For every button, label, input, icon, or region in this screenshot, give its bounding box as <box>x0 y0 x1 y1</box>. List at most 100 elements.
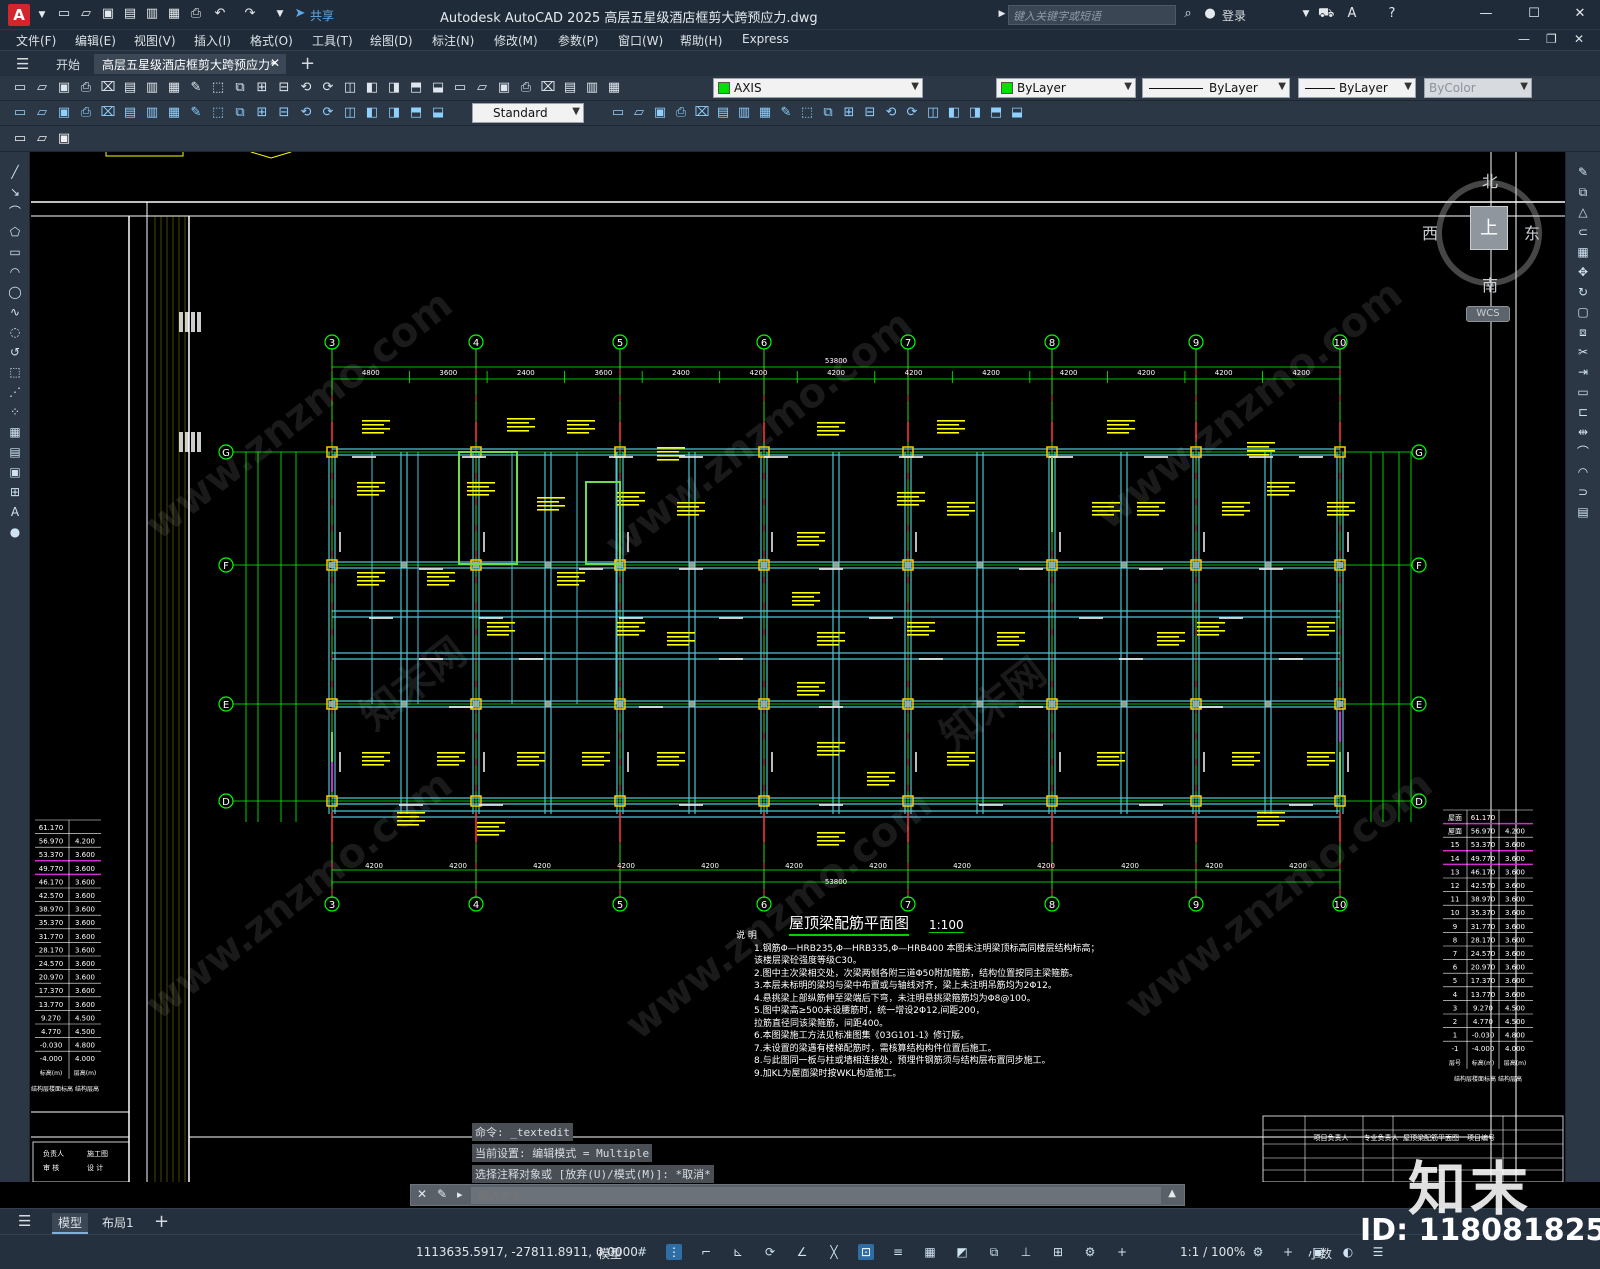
draw-tool-11-icon[interactable]: ⬚ <box>7 364 23 380</box>
draw-tool-1-icon[interactable]: ╱ <box>7 164 23 180</box>
status-toggle-13-icon[interactable]: ⊥ <box>1018 1244 1034 1260</box>
tool-standard-26-icon[interactable]: ▤ <box>562 80 578 96</box>
tool-standard-7-icon[interactable]: ▥ <box>144 80 160 96</box>
draw-tool-3-icon[interactable]: ⌒ <box>7 204 23 220</box>
command-close-icon[interactable]: ✕ <box>417 1187 427 1201</box>
menu-window[interactable]: 窗口(W) <box>618 32 663 49</box>
maximize-icon[interactable]: ☐ <box>1526 6 1542 22</box>
tab-start[interactable]: 开始 <box>48 54 88 74</box>
tool-standard-20-icon[interactable]: ⬓ <box>430 80 446 96</box>
tool-modify-1-icon[interactable]: ▭ <box>610 105 626 121</box>
tab-layout1[interactable]: 布局1 <box>96 1213 140 1232</box>
tool-dimension-19-icon[interactable]: ⬒ <box>408 105 424 121</box>
tool-modify-20-icon[interactable]: ⬓ <box>1009 105 1025 121</box>
compass-north[interactable]: 北 <box>1482 168 1498 192</box>
tool-dimension-15-icon[interactable]: ⟳ <box>320 105 336 121</box>
draw-tool-2-icon[interactable]: ↘ <box>7 184 23 200</box>
status-toggle-10-icon[interactable]: ▦ <box>922 1244 938 1260</box>
hamburger-menu-icon[interactable]: ☰ <box>16 55 29 73</box>
draw-tool-4-icon[interactable]: ⬠ <box>7 224 23 240</box>
draw-tool-6-icon[interactable]: ◠ <box>7 264 23 280</box>
tab-document[interactable]: 高层五星级酒店框剪大跨预应力* ✕ <box>94 54 286 74</box>
tool-standard-6-icon[interactable]: ▤ <box>122 80 138 96</box>
tool-modify-10-icon[interactable]: ⬚ <box>799 105 815 121</box>
draw-tool-8-icon[interactable]: ∿ <box>7 304 23 320</box>
close-icon[interactable]: ✕ <box>1572 6 1588 22</box>
tool-modify-16-icon[interactable]: ◫ <box>925 105 941 121</box>
modify-tool-11-icon[interactable]: ⇥ <box>1575 364 1591 380</box>
tool-modify-2-icon[interactable]: ▱ <box>631 105 647 121</box>
status-toggle-5-icon[interactable]: ⟳ <box>762 1244 778 1260</box>
tool-dimension-12-icon[interactable]: ⊞ <box>254 105 270 121</box>
tool-modify-4-icon[interactable]: ⎙ <box>673 105 689 121</box>
linetype-dropdown[interactable]: ByLayer ▼ <box>1142 78 1290 98</box>
drawing-canvas[interactable]: 53800 53800 4800 3600 2400 3600 2400 4200 4200 42… <box>31 152 1565 1182</box>
tool-dimension-9-icon[interactable]: ✎ <box>188 105 204 121</box>
share-icon[interactable]: ➤ <box>292 6 308 22</box>
qat-more-chevron-icon[interactable]: ▼ <box>272 6 288 22</box>
tool-modify-12-icon[interactable]: ⊞ <box>841 105 857 121</box>
tool-extra-2-icon[interactable]: ▱ <box>34 131 50 147</box>
tool-dimension-11-icon[interactable]: ⧉ <box>232 105 248 121</box>
tool-standard-8-icon[interactable]: ▦ <box>166 80 182 96</box>
modify-tool-1-icon[interactable]: ✎ <box>1575 164 1591 180</box>
menu-draw[interactable]: 绘图(D) <box>370 32 413 49</box>
tool-dimension-18-icon[interactable]: ◨ <box>386 105 402 121</box>
new-icon[interactable]: ▭ <box>56 6 72 22</box>
compass-south[interactable]: 南 <box>1482 272 1498 296</box>
autocad-logo[interactable]: A <box>8 4 30 26</box>
modify-tool-16-icon[interactable]: ◠ <box>1575 464 1591 480</box>
tool-dimension-1-icon[interactable]: ▭ <box>12 105 28 121</box>
tool-extra-1-icon[interactable]: ▭ <box>12 131 28 147</box>
modify-tool-8-icon[interactable]: ▢ <box>1575 304 1591 320</box>
status-toggle-11-icon[interactable]: ◩ <box>954 1244 970 1260</box>
draw-tool-12-icon[interactable]: ⋰ <box>7 384 23 400</box>
wcs-menu[interactable]: WCS <box>1466 306 1510 322</box>
status-tool-4-icon[interactable]: ◐ <box>1340 1244 1356 1260</box>
new-tab-icon[interactable]: + <box>300 53 315 74</box>
command-recent-icon[interactable]: ▸ <box>457 1188 463 1201</box>
status-toggle-16-icon[interactable]: + <box>1114 1244 1130 1260</box>
tool-dimension-3-icon[interactable]: ▣ <box>56 105 72 121</box>
tool-standard-9-icon[interactable]: ✎ <box>188 80 204 96</box>
status-toggle-6-icon[interactable]: ∠ <box>794 1244 810 1260</box>
tool-modify-18-icon[interactable]: ◨ <box>967 105 983 121</box>
tool-extra-3-icon[interactable]: ▣ <box>56 131 72 147</box>
modify-tool-13-icon[interactable]: ⊏ <box>1575 404 1591 420</box>
print-icon[interactable]: ⎙ <box>188 6 204 22</box>
draw-tool-19-icon[interactable]: ● <box>7 524 23 540</box>
status-toggle-2-icon[interactable]: ⋮ <box>666 1244 682 1260</box>
tool-dimension-6-icon[interactable]: ▤ <box>122 105 138 121</box>
tool-standard-28-icon[interactable]: ▦ <box>606 80 622 96</box>
tool-modify-14-icon[interactable]: ⟲ <box>883 105 899 121</box>
draw-tool-7-icon[interactable]: ◯ <box>7 284 23 300</box>
command-input[interactable] <box>471 1187 1161 1204</box>
search-input[interactable]: 键入关键字或短语 <box>1008 5 1176 25</box>
tool-standard-14-icon[interactable]: ⟲ <box>298 80 314 96</box>
tool-standard-11-icon[interactable]: ⧉ <box>232 80 248 96</box>
compass-east[interactable]: 东 <box>1524 220 1540 244</box>
modify-tool-17-icon[interactable]: ⊃ <box>1575 484 1591 500</box>
tool-modify-15-icon[interactable]: ⟳ <box>904 105 920 121</box>
status-toggle-1-icon[interactable]: # <box>634 1244 650 1260</box>
menu-tools[interactable]: 工具(T) <box>312 32 353 49</box>
share-button[interactable]: 共享 <box>310 7 334 24</box>
modify-tool-4-icon[interactable]: ⊂ <box>1575 224 1591 240</box>
modify-tool-18-icon[interactable]: ▤ <box>1575 504 1591 520</box>
text-style-dropdown[interactable]: Standard ▼ <box>472 103 584 123</box>
command-customize-icon[interactable]: ✎ <box>437 1187 447 1201</box>
app-menu-chevron-icon[interactable]: ▼ <box>34 7 50 23</box>
status-toggle-8-icon[interactable]: ⊡ <box>858 1244 874 1260</box>
tool-modify-8-icon[interactable]: ▦ <box>757 105 773 121</box>
draw-tool-14-icon[interactable]: ▦ <box>7 424 23 440</box>
menu-file[interactable]: 文件(F) <box>16 32 56 49</box>
viewcube-top-face[interactable]: 上 <box>1470 206 1508 250</box>
cart-icon[interactable]: ⛟ <box>1318 6 1334 22</box>
modify-tool-9-icon[interactable]: ⧈ <box>1575 324 1591 340</box>
tool-modify-9-icon[interactable]: ✎ <box>778 105 794 121</box>
color-dropdown[interactable]: ByLayer ▼ <box>996 78 1136 98</box>
redo-icon[interactable]: ↷ <box>242 6 258 22</box>
modify-tool-6-icon[interactable]: ✥ <box>1575 264 1591 280</box>
modify-tool-3-icon[interactable]: △ <box>1575 204 1591 220</box>
draw-tool-17-icon[interactable]: ⊞ <box>7 484 23 500</box>
